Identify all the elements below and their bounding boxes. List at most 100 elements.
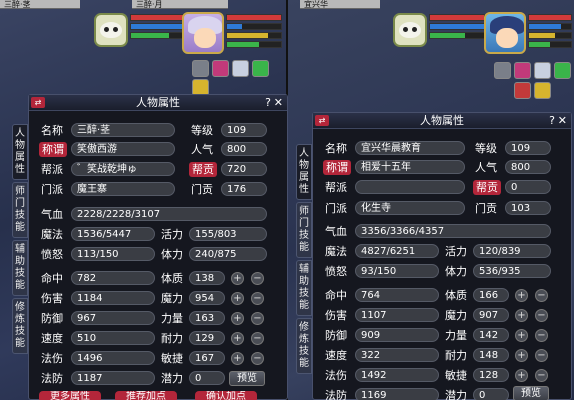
- anger-value: 113/150: [71, 247, 155, 261]
- str-minus-button[interactable]: −: [535, 329, 548, 342]
- buff-icon[interactable]: [534, 62, 551, 79]
- help-icon[interactable]: ?: [265, 95, 271, 110]
- agi-label: 敏捷: [161, 352, 183, 365]
- buff-icon[interactable]: [534, 82, 551, 99]
- pet-exp-bar: [429, 32, 485, 39]
- window-tab-right[interactable]: 宜兴华: [300, 0, 380, 9]
- buff-icon[interactable]: [192, 60, 209, 77]
- tab-assist-skills[interactable]: 辅助技能: [296, 260, 312, 316]
- agi-plus-button[interactable]: +: [231, 352, 244, 365]
- menu-icon[interactable]: ⇄: [31, 97, 45, 108]
- contrib-button[interactable]: 帮贡: [189, 162, 217, 177]
- tab-character-attributes[interactable]: 人物属性: [12, 124, 28, 180]
- mdmg-label: 法伤: [325, 369, 347, 382]
- mag-minus-button[interactable]: −: [251, 292, 264, 305]
- end-value: 129: [189, 331, 225, 345]
- mag-minus-button[interactable]: −: [535, 309, 548, 322]
- player-avatar[interactable]: [484, 12, 526, 54]
- window-tab-mid[interactable]: 三醉·月: [132, 0, 228, 9]
- agi-label: 敏捷: [445, 369, 467, 382]
- school-value: 化生寺: [355, 201, 465, 215]
- end-minus-button[interactable]: −: [251, 332, 264, 345]
- con-value: 166: [473, 288, 509, 302]
- buff-icon[interactable]: [514, 62, 531, 79]
- buff-icon[interactable]: [252, 60, 269, 77]
- contrib-value: 720: [221, 162, 267, 176]
- name-label: 名称: [41, 124, 63, 137]
- buff-icon[interactable]: [232, 60, 249, 77]
- help-icon[interactable]: ?: [549, 113, 555, 128]
- con-plus-button[interactable]: +: [515, 289, 528, 302]
- agi-minus-button[interactable]: −: [251, 352, 264, 365]
- str-plus-button[interactable]: +: [515, 329, 528, 342]
- agi-minus-button[interactable]: −: [535, 369, 548, 382]
- faction-label: 帮派: [325, 181, 347, 194]
- str-plus-button[interactable]: +: [231, 312, 244, 325]
- hit-value: 764: [355, 288, 439, 302]
- preview-button[interactable]: 预览: [229, 371, 265, 386]
- tab-school-skills[interactable]: 师门技能: [12, 182, 28, 238]
- buff-icon[interactable]: [554, 62, 571, 79]
- title-button[interactable]: 称谓: [323, 160, 351, 175]
- tab-school-skills[interactable]: 师门技能: [296, 202, 312, 258]
- con-minus-button[interactable]: −: [535, 289, 548, 302]
- mag-label: 魔力: [161, 292, 183, 305]
- con-minus-button[interactable]: −: [251, 272, 264, 285]
- tab-character-attributes[interactable]: 人物属性: [296, 144, 312, 200]
- name-label: 名称: [325, 142, 347, 155]
- tab-cultivation-skills[interactable]: 修炼技能: [296, 318, 312, 374]
- pet-avatar[interactable]: [94, 13, 128, 47]
- tab-assist-skills[interactable]: 辅助技能: [12, 240, 28, 296]
- player-sp-bar: [226, 32, 282, 39]
- close-icon[interactable]: ✕: [274, 95, 283, 110]
- menu-icon[interactable]: ⇄: [315, 115, 329, 126]
- tab-cultivation-skills[interactable]: 修炼技能: [12, 298, 28, 354]
- end-label: 耐力: [161, 332, 183, 345]
- str-label: 力量: [161, 312, 183, 325]
- contrib-button[interactable]: 帮贡: [473, 180, 501, 195]
- buff-icon[interactable]: [212, 60, 229, 77]
- confirm-points-button[interactable]: 确认加点: [195, 391, 257, 400]
- hit-label: 命中: [325, 289, 347, 302]
- end-plus-button[interactable]: +: [515, 349, 528, 362]
- vitality-label: 活力: [161, 228, 183, 241]
- title-button[interactable]: 称谓: [39, 142, 67, 157]
- recommend-points-button[interactable]: 推荐加点: [115, 391, 177, 400]
- popularity-value: 800: [505, 160, 551, 174]
- player-mp-bar: [226, 23, 282, 30]
- pet-avatar[interactable]: [393, 13, 427, 47]
- window-tab-left[interactable]: 三醉·茎: [0, 0, 80, 9]
- mag-plus-button[interactable]: +: [231, 292, 244, 305]
- preview-button[interactable]: 预览: [513, 386, 549, 400]
- more-attributes-button[interactable]: 更多属性: [39, 391, 101, 400]
- con-value: 138: [189, 271, 225, 285]
- buff-icon[interactable]: [514, 82, 531, 99]
- player-avatar[interactable]: [182, 12, 224, 54]
- pet-status-bars: [130, 14, 186, 41]
- player-sp-bar: [528, 32, 572, 39]
- mdmg-label: 法伤: [41, 352, 63, 365]
- mdmg-value: 1496: [71, 351, 155, 365]
- end-plus-button[interactable]: +: [231, 332, 244, 345]
- faction-label: 帮派: [41, 163, 63, 176]
- pet-hp-bar: [130, 14, 186, 21]
- panel-titlebar[interactable]: ⇄ 人物属性 ? ✕: [313, 113, 571, 129]
- end-label: 耐力: [445, 349, 467, 362]
- popularity-value: 800: [221, 142, 267, 156]
- contrib-value: 0: [505, 180, 551, 194]
- end-minus-button[interactable]: −: [535, 349, 548, 362]
- buff-icon[interactable]: [494, 62, 511, 79]
- player-exp-bar: [226, 41, 282, 48]
- con-plus-button[interactable]: +: [231, 272, 244, 285]
- mag-plus-button[interactable]: +: [515, 309, 528, 322]
- panel-titlebar[interactable]: ⇄ 人物属性 ? ✕: [29, 95, 287, 111]
- con-label: 体质: [161, 272, 183, 285]
- agi-plus-button[interactable]: +: [515, 369, 528, 382]
- name-value: 宜兴华晨教育: [355, 141, 465, 155]
- str-minus-button[interactable]: −: [251, 312, 264, 325]
- close-icon[interactable]: ✕: [558, 113, 567, 128]
- dmg-value: 1184: [71, 291, 155, 305]
- popularity-label: 人气: [475, 161, 497, 174]
- character-attributes-panel-left: ⇄ 人物属性 ? ✕ 名称 三醉·茎 等级 109 称谓 笑傲西游 人气 800…: [28, 94, 288, 400]
- side-tabs-left: 人物属性 师门技能 辅助技能 修炼技能: [12, 124, 28, 356]
